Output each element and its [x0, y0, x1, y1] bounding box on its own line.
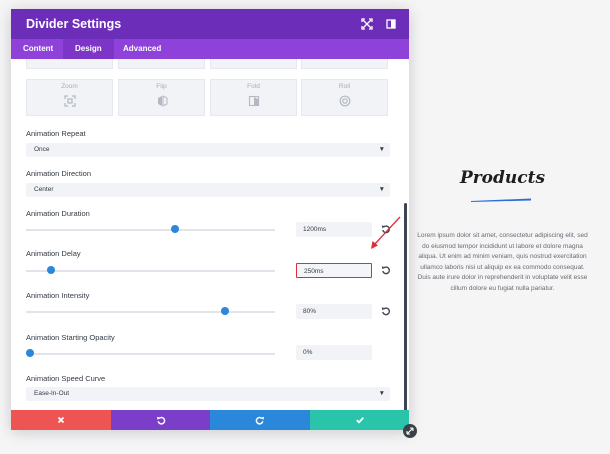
modal-title: Divider Settings [26, 17, 122, 31]
slider-handle[interactable] [171, 225, 180, 233]
undo-icon [156, 416, 165, 425]
cancel-button[interactable] [11, 410, 111, 430]
flip-icon [158, 95, 168, 107]
slider-handle[interactable] [26, 349, 34, 357]
roll-icon [339, 95, 351, 107]
slider-handle[interactable] [221, 307, 230, 315]
select-value: Ease-In-Out [34, 390, 70, 397]
divider-settings-modal: Divider Settings Content Design Advanced… [11, 9, 409, 430]
animation-duration-label: Animation Duration [26, 209, 90, 218]
animation-intensity-label: Animation Intensity [26, 291, 90, 300]
animation-delay-input[interactable]: 250ms [296, 263, 372, 278]
animation-delay-slider[interactable] [26, 270, 275, 272]
tab-design[interactable]: Design [63, 39, 114, 59]
input-value: 250ms [304, 267, 324, 275]
animation-style-button[interactable] [210, 59, 297, 69]
reset-icon[interactable] [381, 306, 391, 316]
tab-advanced[interactable]: Advanced [111, 39, 173, 59]
animation-style-fold[interactable]: Fold [210, 79, 297, 116]
save-button[interactable] [310, 410, 409, 430]
tab-content[interactable]: Content [11, 39, 65, 59]
animation-style-label: Flip [156, 83, 167, 90]
settings-body: Zoom Flip Fold Roll Animation Repeat Onc… [11, 59, 409, 410]
animation-style-button[interactable] [26, 59, 113, 69]
input-value: 1200ms [303, 225, 327, 233]
animation-style-flip[interactable]: Flip [118, 79, 205, 116]
select-value: Once [34, 146, 50, 153]
animation-speed-curve-label: Animation Speed Curve [26, 374, 106, 383]
reset-icon[interactable] [381, 265, 391, 275]
zoom-icon [64, 95, 76, 107]
animation-starting-opacity-slider[interactable] [26, 353, 275, 355]
sidebar-dock-icon[interactable] [384, 17, 398, 31]
check-icon [355, 417, 364, 424]
close-icon [57, 416, 65, 424]
animation-starting-opacity-label: Animation Starting Opacity [26, 333, 115, 342]
caret-down-icon: ▼ [378, 146, 385, 153]
animation-style-label: Roll [338, 83, 351, 90]
animation-style-roll[interactable]: Roll [301, 79, 388, 116]
animation-delay-label: Animation Delay [26, 249, 81, 258]
fold-icon [248, 95, 260, 107]
caret-down-icon: ▼ [378, 390, 385, 397]
animation-speed-curve-select[interactable]: Ease-In-Out ▼ [26, 387, 390, 401]
input-value: 0% [303, 348, 313, 356]
animation-intensity-input[interactable]: 80% [296, 304, 372, 319]
animation-style-label: Fold [247, 83, 260, 90]
redo-icon [255, 416, 264, 425]
animation-duration-slider[interactable] [26, 229, 275, 231]
slider-handle[interactable] [46, 266, 55, 274]
tab-bar: Content Design Advanced [11, 39, 409, 59]
modal-header: Divider Settings [11, 9, 409, 39]
animation-intensity-slider[interactable] [26, 311, 275, 313]
expand-icon[interactable] [360, 17, 374, 31]
select-value: Center [34, 186, 54, 193]
animation-repeat-label: Animation Repeat [26, 129, 86, 138]
animation-style-button[interactable] [301, 59, 388, 69]
products-title: Products [459, 168, 546, 188]
resize-icon [406, 427, 414, 435]
animation-style-label: Zoom [61, 83, 78, 90]
redo-button[interactable] [210, 410, 310, 430]
animation-repeat-select[interactable]: Once ▼ [26, 143, 390, 157]
products-body-text: Lorem ipsum dolor sit amet, consectetur … [417, 232, 588, 292]
animation-direction-select[interactable]: Center ▼ [26, 183, 390, 197]
animation-starting-opacity-input[interactable]: 0% [296, 345, 372, 360]
modal-footer [11, 410, 409, 430]
animation-style-button[interactable] [118, 59, 205, 69]
products-divider [471, 198, 531, 202]
resize-handle[interactable] [403, 424, 417, 438]
animation-style-zoom[interactable]: Zoom [26, 79, 113, 116]
animation-direction-label: Animation Direction [26, 169, 92, 178]
annotation-arrow [371, 216, 401, 249]
caret-down-icon: ▼ [378, 186, 385, 193]
input-value: 80% [303, 307, 317, 315]
undo-button[interactable] [111, 410, 210, 430]
